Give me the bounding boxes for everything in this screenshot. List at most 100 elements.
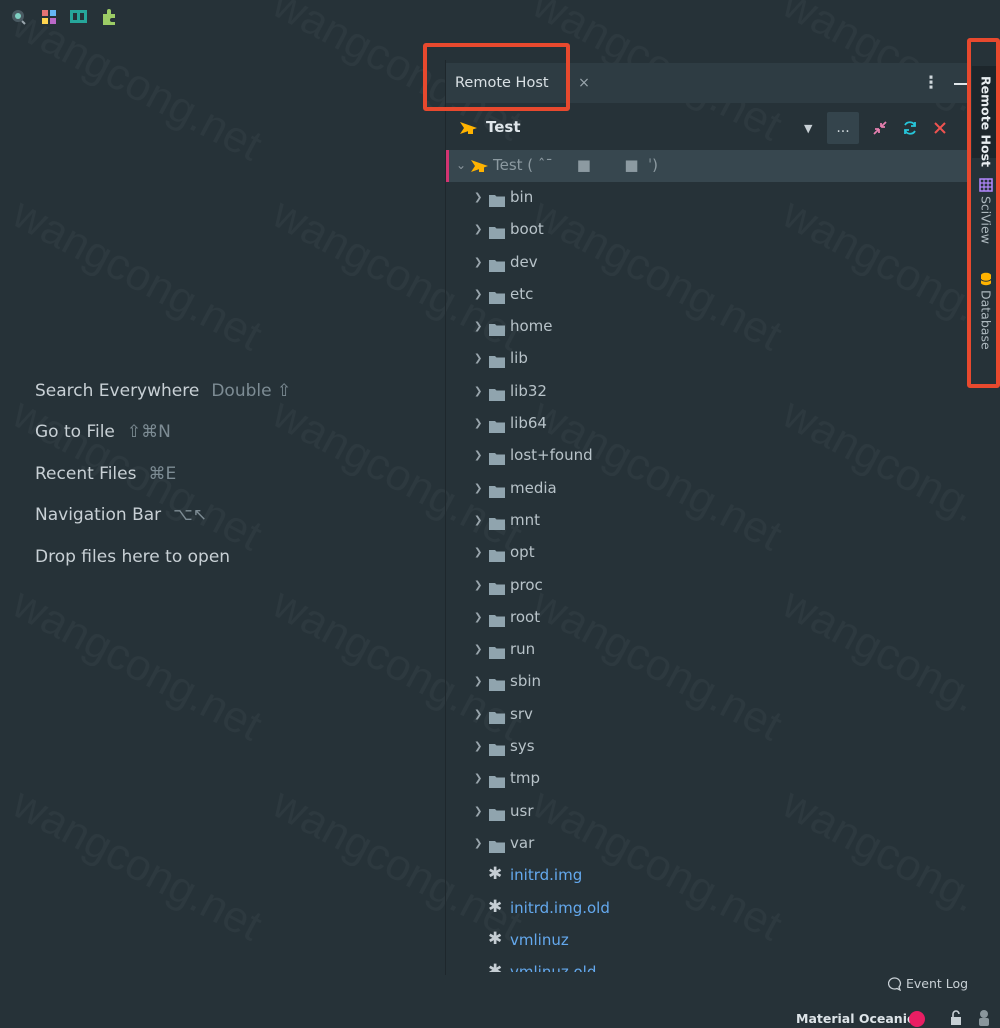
watermark-text: wangcong.net [4,779,269,952]
tree-file-row[interactable]: ✱ vmlinuz.old [446,957,970,972]
lock-icon[interactable] [949,1010,963,1026]
host-selector[interactable]: Test [486,118,521,136]
folder-icon [489,192,505,211]
tree-folder-row[interactable]: ❯ usr [446,796,970,828]
folder-icon [489,612,505,631]
folder-label: media [510,478,557,497]
chevron-right-icon[interactable]: ❯ [474,353,482,364]
folder-icon [489,289,505,308]
chevron-right-icon[interactable]: ❯ [474,580,482,591]
plugins-icon[interactable] [98,7,120,27]
chevron-right-icon[interactable]: ❯ [474,321,482,332]
tree-file-row[interactable]: ✱ vmlinuz [446,925,970,957]
tree-file-row[interactable]: ✱ initrd.img.old [446,893,970,925]
folder-icon [489,386,505,405]
folder-icon [489,709,505,728]
tree-folder-row[interactable]: ❯ media [446,473,970,505]
options-icon[interactable]: ⋮ [923,72,940,94]
disconnect-icon[interactable] [930,118,950,138]
tree-folder-row[interactable]: ❯ etc [446,279,970,311]
tree-folder-row[interactable]: ❯ root [446,602,970,634]
inspector-icon[interactable] [976,1009,992,1027]
chevron-right-icon[interactable]: ❯ [474,450,482,461]
chevron-right-icon[interactable]: ❯ [474,741,482,752]
tree-folder-row[interactable]: ❯ dev [446,247,970,279]
folder-label: lib32 [510,381,547,400]
close-icon[interactable]: × [574,72,594,94]
tree-folder-row[interactable]: ❯ sbin [446,666,970,698]
tree-folder-row[interactable]: ❯ boot [446,214,970,246]
chevron-right-icon[interactable]: ❯ [474,644,482,655]
hint-search-everywhere: Search Everywhere Double ⇧ [35,380,292,401]
hint-drop-files: Drop files here to open [35,546,231,567]
tree-folder-row[interactable]: ❯ tmp [446,763,970,795]
remote-file-tree: ❯ bin ❯ boot ❯ dev ❯ etc ❯ home ❯ lib ❯ lib32 ❯ lib64 ❯ l… [446,182,970,972]
chevron-right-icon[interactable]: ❯ [474,547,482,558]
watermark-text: wangcong.net [4,189,269,362]
chevron-right-icon[interactable]: ❯ [474,806,482,817]
folder-icon [489,515,505,534]
tree-folder-row[interactable]: ❯ opt [446,537,970,569]
file-icon: ✱ [488,896,503,917]
collapse-icon[interactable] [870,118,890,138]
chevron-right-icon[interactable]: ❯ [474,257,482,268]
folder-icon [489,580,505,599]
chevron-right-icon[interactable]: ❯ [474,483,482,494]
folder-label: lib [510,349,528,368]
shortcut: Double ⇧ [211,380,292,401]
chevron-right-icon[interactable]: ❯ [474,192,482,203]
tree-file-row[interactable]: ✱ initrd.img [446,860,970,892]
tree-folder-row[interactable]: ❯ lib32 [446,376,970,408]
file-icon: ✱ [488,961,503,972]
event-log-button[interactable]: Event Log [888,976,968,991]
folder-icon [489,257,505,276]
chevron-right-icon[interactable]: ❯ [474,709,482,720]
folder-label: bin [510,188,534,206]
tree-folder-row[interactable]: ❯ proc [446,570,970,602]
theme-name[interactable]: Material Oceanic [796,1011,914,1026]
tree-folder-row[interactable]: ❯ lib [446,343,970,375]
refresh-icon[interactable] [900,118,920,138]
more-button[interactable]: ... [827,112,859,144]
file-label: vmlinuz [510,930,569,949]
structure-icon[interactable] [38,7,60,27]
folder-label: usr [510,801,534,820]
tree-folder-row[interactable]: ❯ srv [446,699,970,731]
chevron-right-icon[interactable]: ❯ [474,386,482,397]
shortcut: ⌘E [148,463,177,484]
speech-bubble-icon [888,976,902,991]
chevron-right-icon[interactable]: ❯ [474,418,482,429]
minimize-icon[interactable] [954,83,967,85]
chevron-right-icon[interactable]: ❯ [474,612,482,623]
tree-folder-row[interactable]: ❯ var [446,828,970,860]
chevron-down-icon[interactable]: ⌄ [456,158,466,172]
file-label: initrd.img.old [510,898,610,917]
plugin-ui-icon[interactable] [68,7,90,27]
watermark-text: wangcong.net [4,579,269,752]
chevron-right-icon[interactable]: ❯ [474,773,482,784]
tree-folder-row[interactable]: ❯ mnt [446,505,970,537]
folder-icon [489,644,505,663]
folder-icon [489,741,505,760]
folder-icon [489,224,505,243]
tree-folder-row[interactable]: ❯ home [446,311,970,343]
chevron-right-icon[interactable]: ❯ [474,224,482,235]
tree-folder-row[interactable]: ❯ lib64 [446,408,970,440]
chevron-right-icon[interactable]: ❯ [474,838,482,849]
tree-folder-row[interactable]: ❯ run [446,634,970,666]
hint-go-to-file: Go to File ⇧⌘N [35,422,171,443]
file-icon: ✱ [488,928,503,949]
folder-label: mnt [510,510,540,529]
tree-folder-row[interactable]: ❯ sys [446,731,970,763]
chevron-down-icon[interactable]: ▼ [804,122,812,135]
chevron-right-icon[interactable]: ❯ [474,676,482,687]
tree-folder-row[interactable]: ❯ lost+found [446,440,970,472]
search-everywhere-icon[interactable] [8,7,30,27]
tree-folder-row[interactable]: ❯ bin [446,182,970,214]
chevron-right-icon[interactable]: ❯ [474,289,482,300]
folder-label: proc [510,575,543,594]
chevron-right-icon[interactable]: ❯ [474,515,482,526]
folder-icon [489,773,505,792]
tree-root-node[interactable]: ⌄ Test ( ˆˉ ■ ■ ˈ) [446,150,970,182]
folder-label: root [510,607,541,626]
